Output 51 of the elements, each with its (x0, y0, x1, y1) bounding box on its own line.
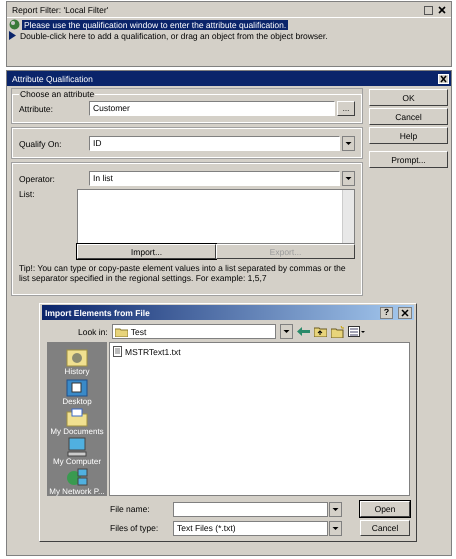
attribute-field[interactable]: Customer (89, 101, 335, 116)
dialog-title: Import Elements from File (45, 308, 150, 318)
place-item[interactable]: My Computer (52, 457, 101, 466)
triangle-icon (9, 31, 16, 40)
operator-dropdown[interactable]: In list (89, 171, 340, 186)
panel-title: Report Filter: 'Local Filter' (12, 5, 108, 15)
close-icon[interactable] (438, 6, 446, 14)
filter-line[interactable]: Double-click here to add a qualification, or drag an object from the object browser. (18, 30, 330, 40)
view-menu-icon[interactable] (348, 326, 365, 337)
file-name-label: File name: (110, 504, 151, 514)
place-item[interactable]: My Documents (50, 427, 104, 436)
computer-icon[interactable] (66, 437, 88, 457)
close-icon[interactable] (398, 306, 412, 318)
place-item[interactable]: My Network P... (49, 487, 105, 496)
file-item[interactable]: MSTRText1.txt (125, 346, 181, 356)
list-action-button[interactable]: Import... (77, 244, 216, 259)
group-legend: Choose an attribute (19, 89, 96, 99)
dialog-button[interactable]: OK (369, 89, 448, 106)
window-title: Attribute Qualification (12, 74, 93, 84)
tip-text: Tip!: You can type or copy-paste element values into a list separated by commas or the list separator specified in the regional settings. For example: 1,5,7 (19, 263, 347, 283)
folder-icon (114, 326, 128, 336)
dialog-button[interactable]: Prompt... (369, 151, 448, 168)
scrollbar[interactable] (342, 190, 354, 243)
dialog-button[interactable]: Help (369, 127, 448, 144)
help-button[interactable]: ? (380, 306, 393, 318)
cancel-button[interactable]: Cancel (360, 520, 410, 536)
file-list[interactable]: MSTRText1.txt (109, 342, 410, 496)
text-file-icon[interactable] (113, 346, 122, 357)
look-in-dropdown[interactable]: Test (112, 324, 276, 339)
browse-button[interactable]: ... (337, 101, 355, 116)
qualify-on-dropdown[interactable]: ID (89, 136, 340, 151)
attribute-label: Attribute: (19, 104, 54, 114)
operator-label: Operator: (19, 174, 56, 184)
file-type-label: Files of type: (110, 523, 160, 533)
list-label: List: (19, 189, 36, 201)
restore-icon[interactable] (424, 6, 433, 14)
place-item[interactable]: History (64, 367, 90, 376)
folder-icon[interactable] (66, 407, 88, 427)
open-button[interactable]: Open (360, 501, 410, 517)
file-type-dropdown[interactable]: Text Files (*.txt) (173, 520, 328, 536)
file-name-field[interactable] (173, 502, 328, 516)
network-icon[interactable] (66, 467, 88, 487)
new-folder-icon[interactable] (330, 326, 344, 338)
look-in-label: Look in: (78, 326, 108, 336)
dialog-button[interactable]: Cancel (369, 108, 448, 125)
place-item[interactable]: Desktop (62, 397, 92, 406)
qualify-on-label: Qualify On: (19, 138, 63, 148)
desktop-icon[interactable] (66, 377, 88, 397)
up-folder-icon[interactable] (314, 326, 327, 337)
list-field[interactable] (77, 189, 355, 244)
globe-icon (9, 19, 20, 30)
